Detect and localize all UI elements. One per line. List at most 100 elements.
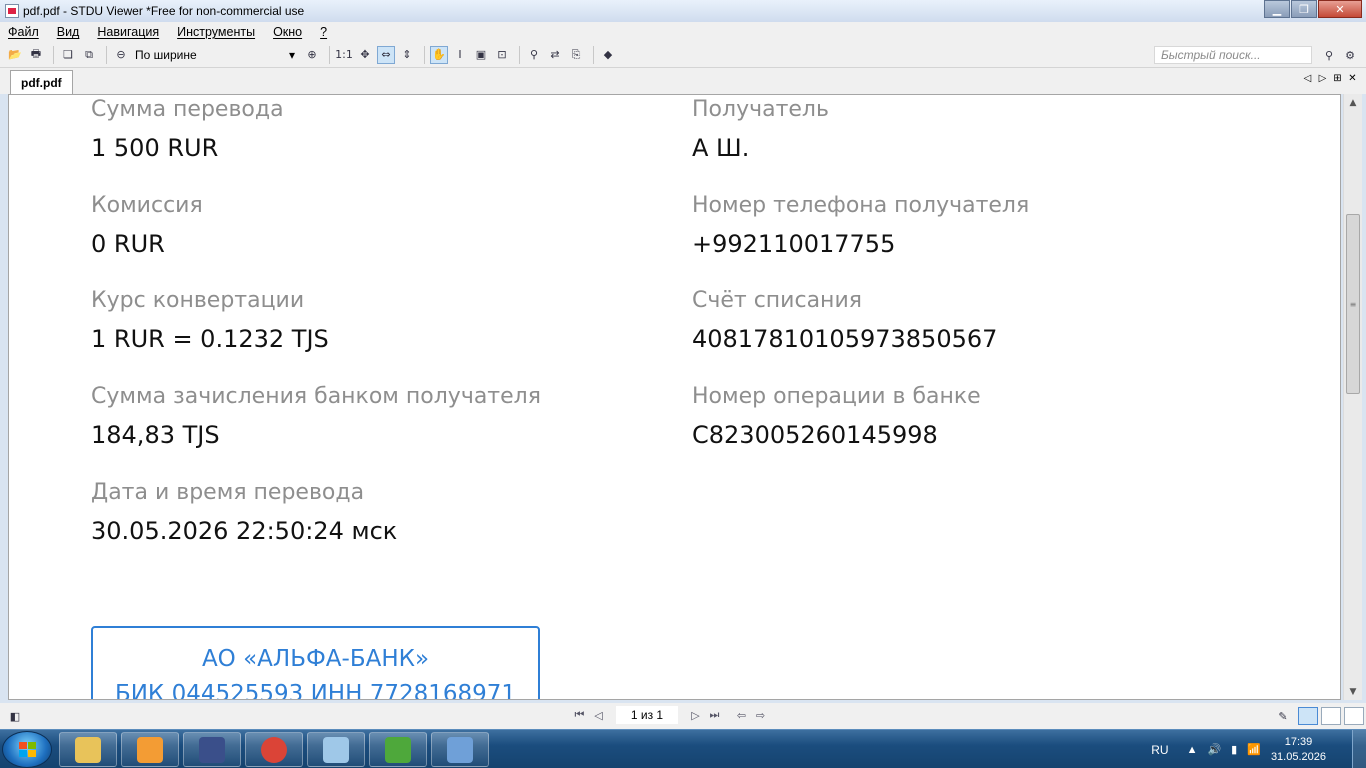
field-value-recipient: А Ш. — [692, 134, 750, 162]
next-page-icon[interactable]: ▷ — [686, 706, 705, 724]
search-options-icon[interactable]: ⚙ — [1341, 46, 1359, 64]
prev-page-icon[interactable]: ◁ — [589, 706, 608, 724]
menu-view[interactable]: Вид — [57, 25, 80, 39]
fit-width-icon[interactable]: ⇔ — [377, 45, 395, 64]
toolbar: 📂 🖶 ❏ ⧉ ⊖ По ширине ▾ ⊕ 1:1 ✥ ⇔ ⇕ ✋ Ⅰ ▣ … — [0, 42, 1366, 68]
title-bar: pdf.pdf - STDU Viewer *Free for non-comm… — [0, 0, 1366, 22]
search-binoculars-icon[interactable]: ⚲ — [1320, 46, 1338, 64]
folder-icon — [75, 736, 101, 763]
history-back-icon[interactable]: ⇦ — [732, 706, 751, 724]
sync-icon[interactable]: ⇄ — [546, 46, 564, 64]
show-desktop-button[interactable] — [1352, 730, 1366, 768]
print-icon[interactable]: 🖶 — [27, 46, 45, 64]
page-number-field[interactable]: 1 из 1 — [616, 706, 678, 724]
last-page-icon[interactable]: ⏭ — [705, 706, 724, 724]
field-label-exchange-rate: Курс конвертации — [91, 288, 305, 313]
maximize-button[interactable]: ❐ — [1291, 0, 1317, 18]
toolbar-separator — [106, 45, 107, 64]
document-view[interactable]: Сумма перевода 1 500 RUR Получатель А Ш.… — [8, 94, 1341, 700]
zoom-out-icon[interactable]: ⊖ — [112, 46, 130, 64]
field-label-debit-account: Счёт списания — [692, 288, 862, 313]
toolbar-separator — [519, 45, 520, 64]
tab-next-icon[interactable]: ▷ — [1315, 73, 1330, 84]
taskbar-notepad[interactable] — [307, 732, 365, 767]
field-value-credited-amount: 184,83 TJS — [91, 421, 220, 449]
language-indicator[interactable]: RU — [1151, 743, 1168, 757]
quick-search-input[interactable]: Быстрый поиск... — [1154, 46, 1312, 64]
chrome-icon — [261, 736, 287, 763]
zoom-mode-value: По ширине — [135, 47, 197, 62]
taskbar-media-player[interactable] — [121, 732, 179, 767]
field-value-operation-number: C823005260145998 — [692, 421, 938, 449]
fit-page-icon[interactable]: ✥ — [356, 46, 374, 64]
power-icon[interactable]: ▮ — [1231, 743, 1237, 756]
open-folder-icon[interactable]: 📂 — [6, 46, 24, 64]
taskbar-chrome[interactable] — [245, 732, 303, 767]
menu-bar: Файл Вид Навигация Инструменты Окно ? — [0, 22, 1366, 42]
toolbar-separator — [53, 45, 54, 64]
media-player-icon — [137, 736, 163, 763]
field-label-recipient-phone: Номер телефона получателя — [692, 193, 1030, 218]
two-page-view-icon[interactable] — [1321, 707, 1341, 725]
menu-tools[interactable]: Инструменты — [177, 25, 255, 39]
find-icon[interactable]: ⚲ — [525, 46, 543, 64]
field-value-exchange-rate: 1 RUR = 0.1232 TJS — [91, 325, 329, 353]
image-select-icon[interactable]: ▣ — [472, 46, 490, 64]
annotation-icon[interactable]: ✎ — [1274, 707, 1292, 725]
stamp-bank-name: АО «АЛЬФА-БАНК» — [201, 646, 430, 672]
zoom-mode-select[interactable]: По ширине ▾ — [133, 45, 297, 64]
sidebar-toggle-icon[interactable]: ◧ — [6, 707, 24, 725]
volume-icon[interactable]: 🔊 — [1207, 743, 1221, 756]
copy-icon[interactable]: ⎘ — [567, 46, 585, 64]
menu-file[interactable]: Файл — [8, 25, 39, 39]
app-icon — [5, 4, 19, 18]
taskbar-magnifier[interactable] — [431, 732, 489, 767]
field-value-commission: 0 RUR — [91, 230, 165, 258]
clock-time: 17:39 — [1284, 735, 1313, 748]
taskbar-media-player-classic[interactable] — [183, 732, 241, 767]
system-tray: RU ▲ 🔊 ▮ 📶 17:39 31.05.2026 — [1151, 730, 1366, 768]
text-select-icon[interactable]: Ⅰ — [451, 46, 469, 64]
field-value-debit-account: 40817810105973850567 — [692, 325, 998, 353]
field-value-recipient-phone: +992110017755 — [692, 230, 896, 258]
minimize-button[interactable]: ▁ — [1264, 0, 1290, 18]
scrollbar-thumb[interactable]: ≡ — [1346, 214, 1360, 394]
tab-document[interactable]: pdf.pdf — [10, 70, 73, 94]
actual-size-button[interactable]: 1:1 — [335, 46, 353, 64]
tab-prev-icon[interactable]: ◁ — [1300, 73, 1315, 84]
bookmark-icon[interactable]: ◆ — [599, 46, 617, 64]
scroll-down-icon[interactable]: ▼ — [1344, 683, 1362, 700]
network-icon[interactable]: 📶 — [1247, 743, 1261, 756]
field-label-recipient: Получатель — [692, 97, 829, 122]
menu-help[interactable]: ? — [320, 25, 327, 39]
bank-stamp: АО «АЛЬФА-БАНК» БИК 044525593 ИНН 772816… — [91, 626, 540, 699]
start-button[interactable] — [2, 731, 52, 768]
field-label-commission: Комиссия — [91, 193, 203, 218]
games-icon — [385, 736, 411, 763]
single-page-view-icon[interactable] — [1298, 707, 1318, 725]
taskbar-games[interactable] — [369, 732, 427, 767]
tab-list-icon[interactable]: ⊞ — [1330, 73, 1345, 84]
history-forward-icon[interactable]: ⇨ — [751, 706, 770, 724]
vertical-scrollbar[interactable]: ▲ ≡ ▼ — [1343, 94, 1362, 700]
toolbar-separator — [424, 45, 425, 64]
status-bar: ◧ ⏮ ◁ 1 из 1 ▷ ⏭ ⇦ ⇨ ✎ — [0, 703, 1366, 729]
page-copy-icon[interactable]: ❏ — [59, 46, 77, 64]
toolbar-separator — [593, 45, 594, 64]
zoom-in-icon[interactable]: ⊕ — [303, 46, 321, 64]
taskbar-file-explorer[interactable] — [59, 732, 117, 767]
dropdown-arrow-icon: ▾ — [288, 47, 295, 62]
close-button[interactable]: ✕ — [1318, 0, 1362, 18]
snapshot-icon[interactable]: ⊡ — [493, 46, 511, 64]
tray-expand-icon[interactable]: ▲ — [1187, 744, 1198, 756]
scroll-up-icon[interactable]: ▲ — [1344, 94, 1362, 111]
continuous-view-icon[interactable] — [1344, 707, 1364, 725]
fit-height-icon[interactable]: ⇕ — [398, 46, 416, 64]
clock[interactable]: 17:39 31.05.2026 — [1271, 735, 1326, 765]
pages-icon[interactable]: ⧉ — [80, 46, 98, 64]
hand-tool-icon[interactable]: ✋ — [430, 45, 448, 64]
menu-window[interactable]: Окно — [273, 25, 302, 39]
first-page-icon[interactable]: ⏮ — [570, 706, 589, 724]
menu-navigation[interactable]: Навигация — [97, 25, 159, 39]
tab-close-icon[interactable]: ✕ — [1345, 73, 1360, 84]
